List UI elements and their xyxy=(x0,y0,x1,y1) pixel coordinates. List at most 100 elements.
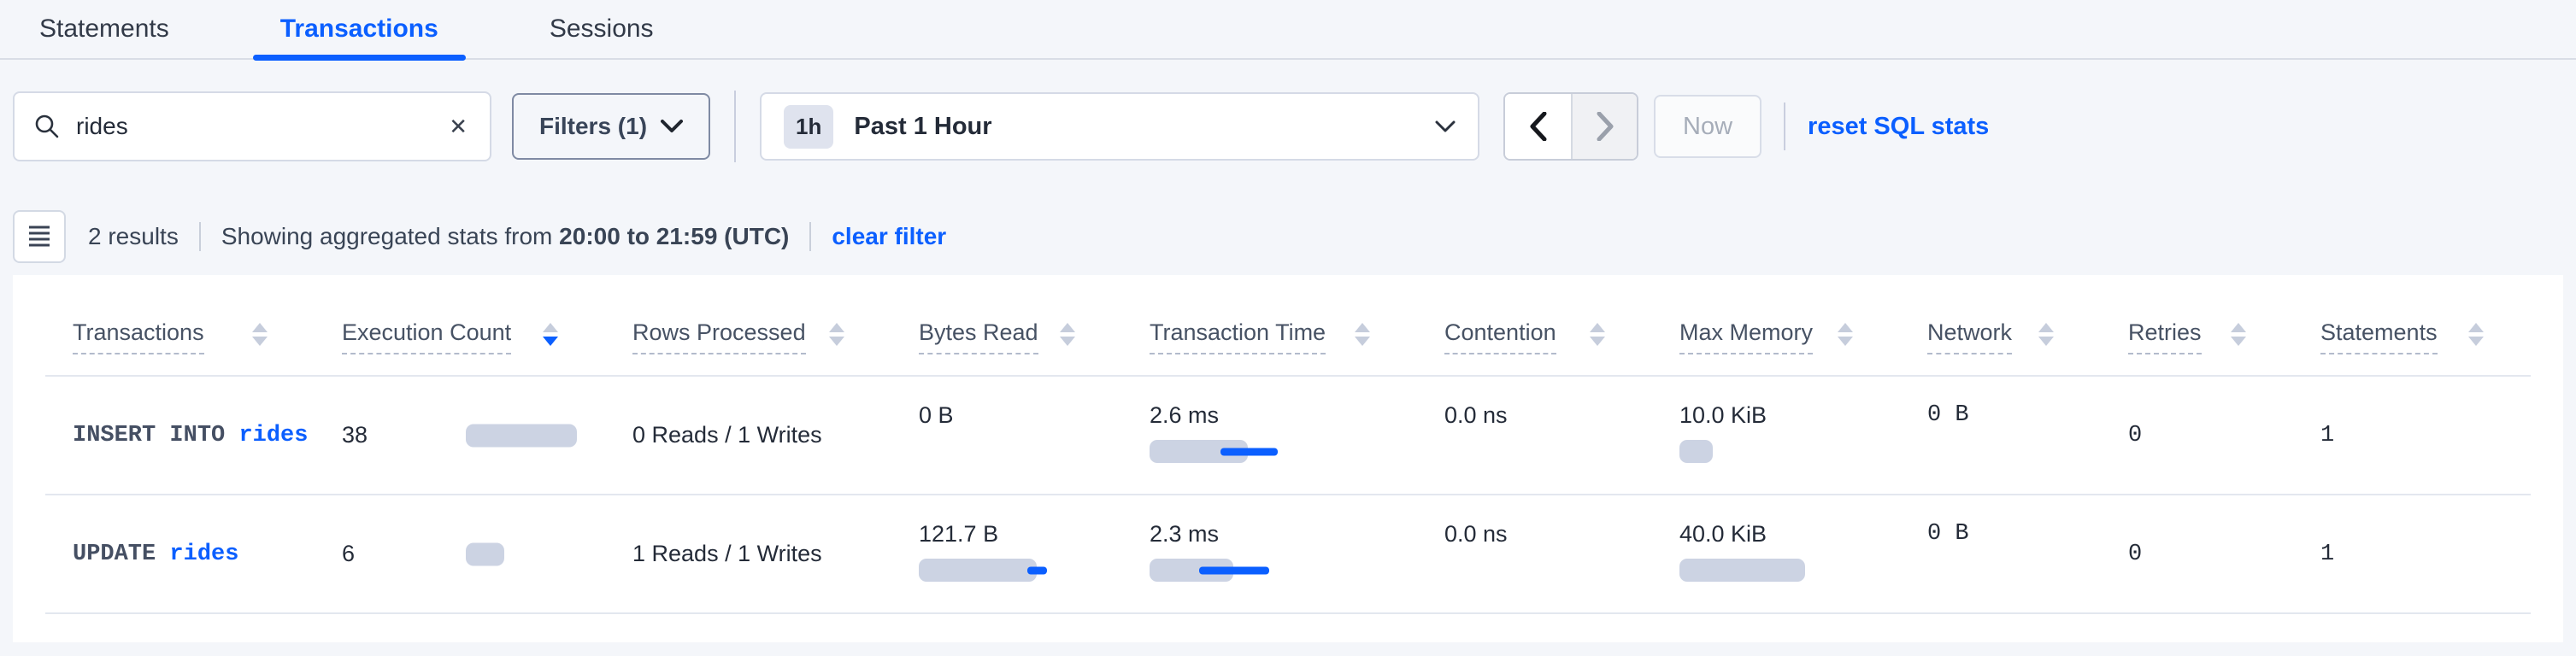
tab-statements[interactable]: Statements xyxy=(39,0,169,59)
sort-desc-arrow xyxy=(1355,337,1370,346)
sort-desc-arrow xyxy=(543,337,558,346)
transaction-time-value: 2.3 ms xyxy=(1150,521,1219,548)
aggregation-range-bold: 20:00 to 21:59 (UTC) xyxy=(559,223,789,249)
column-header-label[interactable]: Rows Processed xyxy=(632,319,806,354)
column-header-label[interactable]: Transaction Time xyxy=(1150,319,1326,354)
transaction-time-stdev-line xyxy=(1199,566,1269,574)
column-header-label[interactable]: Retries xyxy=(2128,319,2202,354)
next-time-button[interactable] xyxy=(1571,94,1637,159)
transaction-time-cell: 2.6 ms xyxy=(1122,377,1417,494)
max-memory-cell: 40.0 KiB xyxy=(1652,495,1900,612)
bytes-read-value: 0 B xyxy=(919,402,954,429)
time-range-selector[interactable]: 1h Past 1 Hour xyxy=(760,92,1479,161)
sort-icon[interactable] xyxy=(2468,323,2484,346)
sort-icon[interactable] xyxy=(1355,323,1370,346)
column-header-network[interactable]: Network xyxy=(1900,275,2101,375)
sort-desc-arrow xyxy=(2468,337,2484,346)
max-memory-bar xyxy=(1679,440,1713,463)
sort-asc-arrow xyxy=(829,323,844,332)
time-range-label: Past 1 Hour xyxy=(854,113,1414,141)
bytes-read-value: 121.7 B xyxy=(919,521,998,548)
statements-cell: 1 xyxy=(2293,377,2531,494)
sort-asc-arrow xyxy=(2038,323,2054,332)
table-row[interactable]: UPDATE rides 6 1 Reads / 1 Writes 121.7 … xyxy=(45,494,2531,612)
sort-asc-arrow xyxy=(543,323,558,332)
column-header-label[interactable]: Max Memory xyxy=(1679,319,1813,354)
rows-processed-cell: 1 Reads / 1 Writes xyxy=(605,495,891,612)
column-header-contention[interactable]: Contention xyxy=(1417,275,1652,375)
tab-transactions[interactable]: Transactions xyxy=(280,0,438,59)
sort-icon[interactable] xyxy=(1060,323,1075,346)
clear-search-icon[interactable]: ✕ xyxy=(445,114,471,140)
sort-icon[interactable] xyxy=(543,323,558,346)
sort-desc-arrow xyxy=(252,337,268,346)
sort-icon[interactable] xyxy=(1590,323,1605,346)
chevron-right-icon xyxy=(1597,112,1614,141)
divider xyxy=(199,222,201,251)
sql-keyword: INSERT INTO xyxy=(73,423,238,448)
filters-button-label: Filters (1) xyxy=(539,113,647,140)
search-box[interactable]: ✕ xyxy=(13,91,491,161)
sort-asc-arrow xyxy=(1590,323,1605,332)
tab-sessions[interactable]: Sessions xyxy=(550,0,654,59)
retries-cell: 0 xyxy=(2101,495,2293,612)
filters-button[interactable]: Filters (1) xyxy=(512,93,710,160)
now-button[interactable]: Now xyxy=(1654,95,1761,158)
network-cell: 0 B xyxy=(1900,377,2101,494)
column-header-label[interactable]: Network xyxy=(1927,319,2012,354)
reset-sql-stats-link[interactable]: reset SQL stats xyxy=(1808,113,1989,141)
transaction-time-cell: 2.3 ms xyxy=(1122,495,1417,612)
table-row[interactable]: INSERT INTO rides 38 0 Reads / 1 Writes … xyxy=(45,375,2531,494)
transaction-time-stdev-line xyxy=(1220,448,1278,455)
column-header-bytes-read[interactable]: Bytes Read xyxy=(891,275,1122,375)
sort-icon[interactable] xyxy=(829,323,844,346)
search-icon xyxy=(33,113,61,140)
statements-cell: 1 xyxy=(2293,495,2531,612)
max-memory-cell: 10.0 KiB xyxy=(1652,377,1900,494)
results-count: 2 results xyxy=(88,223,179,250)
sort-desc-arrow xyxy=(2231,337,2246,346)
sql-keyword: UPDATE xyxy=(73,542,169,567)
search-input[interactable] xyxy=(76,113,430,140)
column-header-rows-processed[interactable]: Rows Processed xyxy=(605,275,891,375)
transaction-link[interactable]: rides xyxy=(169,542,238,567)
column-header-label[interactable]: Bytes Read xyxy=(919,319,1038,354)
max-memory-value: 10.0 KiB xyxy=(1679,402,1767,429)
column-header-label[interactable]: Contention xyxy=(1444,319,1556,354)
contention-cell: 0.0 ns xyxy=(1417,495,1652,612)
column-selector-icon xyxy=(26,224,52,249)
sort-icon[interactable] xyxy=(1838,323,1853,346)
toolbar-divider xyxy=(734,91,736,162)
sort-icon[interactable] xyxy=(2231,323,2246,346)
sort-asc-arrow xyxy=(1838,323,1853,332)
max-memory-value: 40.0 KiB xyxy=(1679,521,1767,548)
time-range-badge: 1h xyxy=(784,105,833,149)
column-header-label[interactable]: Statements xyxy=(2320,319,2438,354)
sort-asc-arrow xyxy=(2231,323,2246,332)
column-header-label[interactable]: Transactions xyxy=(73,319,204,354)
column-header-transaction-time[interactable]: Transaction Time xyxy=(1122,275,1417,375)
rows-processed-cell: 0 Reads / 1 Writes xyxy=(605,377,891,494)
chevron-down-icon xyxy=(661,120,683,133)
divider xyxy=(809,222,811,251)
sort-desc-arrow xyxy=(829,337,844,346)
contention-cell: 0.0 ns xyxy=(1417,377,1652,494)
column-header-max-memory[interactable]: Max Memory xyxy=(1652,275,1900,375)
column-header-retries[interactable]: Retries xyxy=(2101,275,2293,375)
column-selector-button[interactable] xyxy=(13,210,66,263)
sort-icon[interactable] xyxy=(2038,323,2054,346)
execution-count-value: 6 xyxy=(342,541,355,567)
sort-asc-arrow xyxy=(1060,323,1075,332)
column-header-label[interactable]: Execution Count xyxy=(342,319,511,354)
transaction-link[interactable]: rides xyxy=(238,423,308,448)
column-header-transactions[interactable]: Transactions xyxy=(45,275,315,375)
clear-filter-link[interactable]: clear filter xyxy=(832,223,946,250)
column-header-execution-count[interactable]: Execution Count xyxy=(315,275,605,375)
column-header-statements[interactable]: Statements xyxy=(2293,275,2531,375)
sort-desc-arrow xyxy=(1060,337,1075,346)
previous-time-button[interactable] xyxy=(1505,94,1571,159)
toolbar: ✕ Filters (1) 1h Past 1 Hour Now reset S… xyxy=(13,91,2563,161)
transactions-table: Transactions Execution Count Rows Processe… xyxy=(13,275,2563,642)
sort-icon[interactable] xyxy=(252,323,268,346)
table-header-row: Transactions Execution Count Rows Processe… xyxy=(45,275,2531,375)
